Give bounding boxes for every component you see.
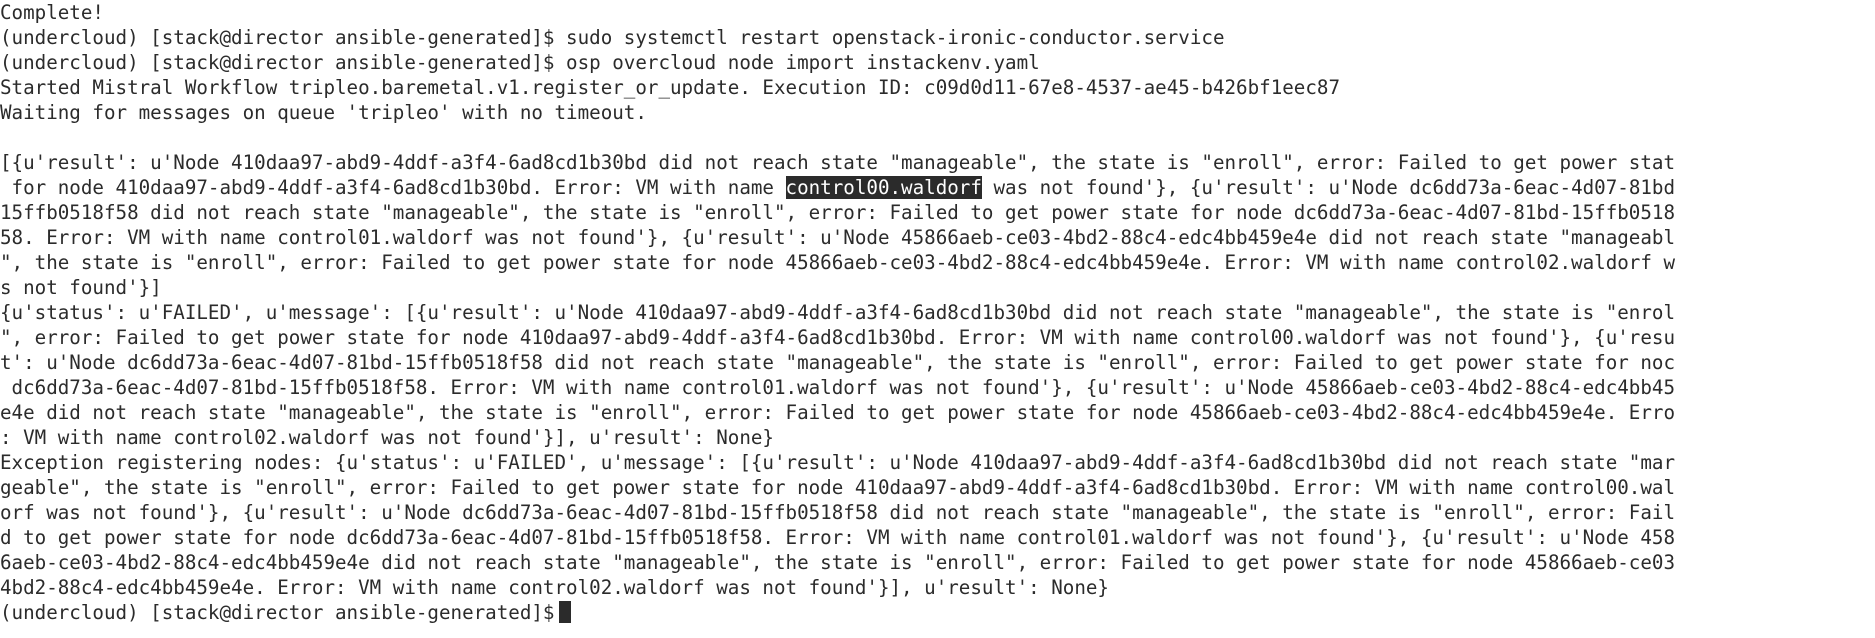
terminal-line: d to get power state for node dc6dd73a-6… [0, 526, 1676, 549]
terminal-line: 4bd2-88c4-edc4bb459e4e. Error: VM with n… [0, 576, 1109, 599]
terminal-line: {u'status': u'FAILED', u'message': [{u'r… [0, 301, 1676, 324]
terminal-line: s not found'}] [0, 276, 162, 299]
terminal-line: (undercloud) [stack@director ansible-gen… [0, 51, 1040, 74]
terminal-line: ", error: Failed to get power state for … [0, 326, 1676, 349]
terminal-line: 6aeb-ce03-4bd2-88c4-edc4bb459e4e did not… [0, 551, 1676, 574]
terminal-line: 15ffb0518f58 did not reach state "manage… [0, 201, 1676, 224]
terminal-line: [{u'result': u'Node 410daa97-abd9-4ddf-a… [0, 151, 1676, 174]
line-text: was not found'}, {u'result': u'Node dc6d… [981, 176, 1676, 199]
terminal-line: : VM with name control02.waldorf was not… [0, 426, 774, 449]
terminal-line: for node 410daa97-abd9-4ddf-a3f4-6ad8cd1… [0, 175, 1675, 200]
shell-prompt-line: (undercloud) [stack@director ansible-gen… [0, 600, 571, 625]
shell-prompt: (undercloud) [stack@director ansible-gen… [0, 601, 555, 624]
terminal-line: ", the state is "enroll", error: Failed … [0, 251, 1676, 274]
terminal-line: Waiting for messages on queue 'tripleo' … [0, 101, 647, 124]
terminal-line: (undercloud) [stack@director ansible-gen… [0, 26, 1225, 49]
terminal-line: orf was not found'}, {u'result': u'Node … [0, 501, 1676, 524]
terminal-window[interactable]: Complete! (undercloud) [stack@director an… [0, 0, 1875, 638]
terminal-line: dc6dd73a-6eac-4d07-81bd-15ffb0518f58. Er… [0, 376, 1676, 399]
terminal-line: Started Mistral Workflow tripleo.baremet… [0, 76, 1341, 99]
terminal-line: Exception registering nodes: {u'status':… [0, 451, 1676, 474]
terminal-line: t': u'Node dc6dd73a-6eac-4d07-81bd-15ffb… [0, 351, 1676, 374]
line-text: for node 410daa97-abd9-4ddf-a3f4-6ad8cd1… [0, 176, 786, 199]
terminal-line: geable", the state is "enroll", error: F… [0, 476, 1676, 499]
terminal-line: e4e did not reach state "manageable", th… [0, 401, 1676, 424]
terminal-line: 58. Error: VM with name control01.waldor… [0, 226, 1676, 249]
selected-text[interactable]: control00.waldorf [785, 176, 982, 199]
terminal-line: Complete! [0, 1, 104, 24]
text-cursor[interactable] [558, 601, 571, 623]
